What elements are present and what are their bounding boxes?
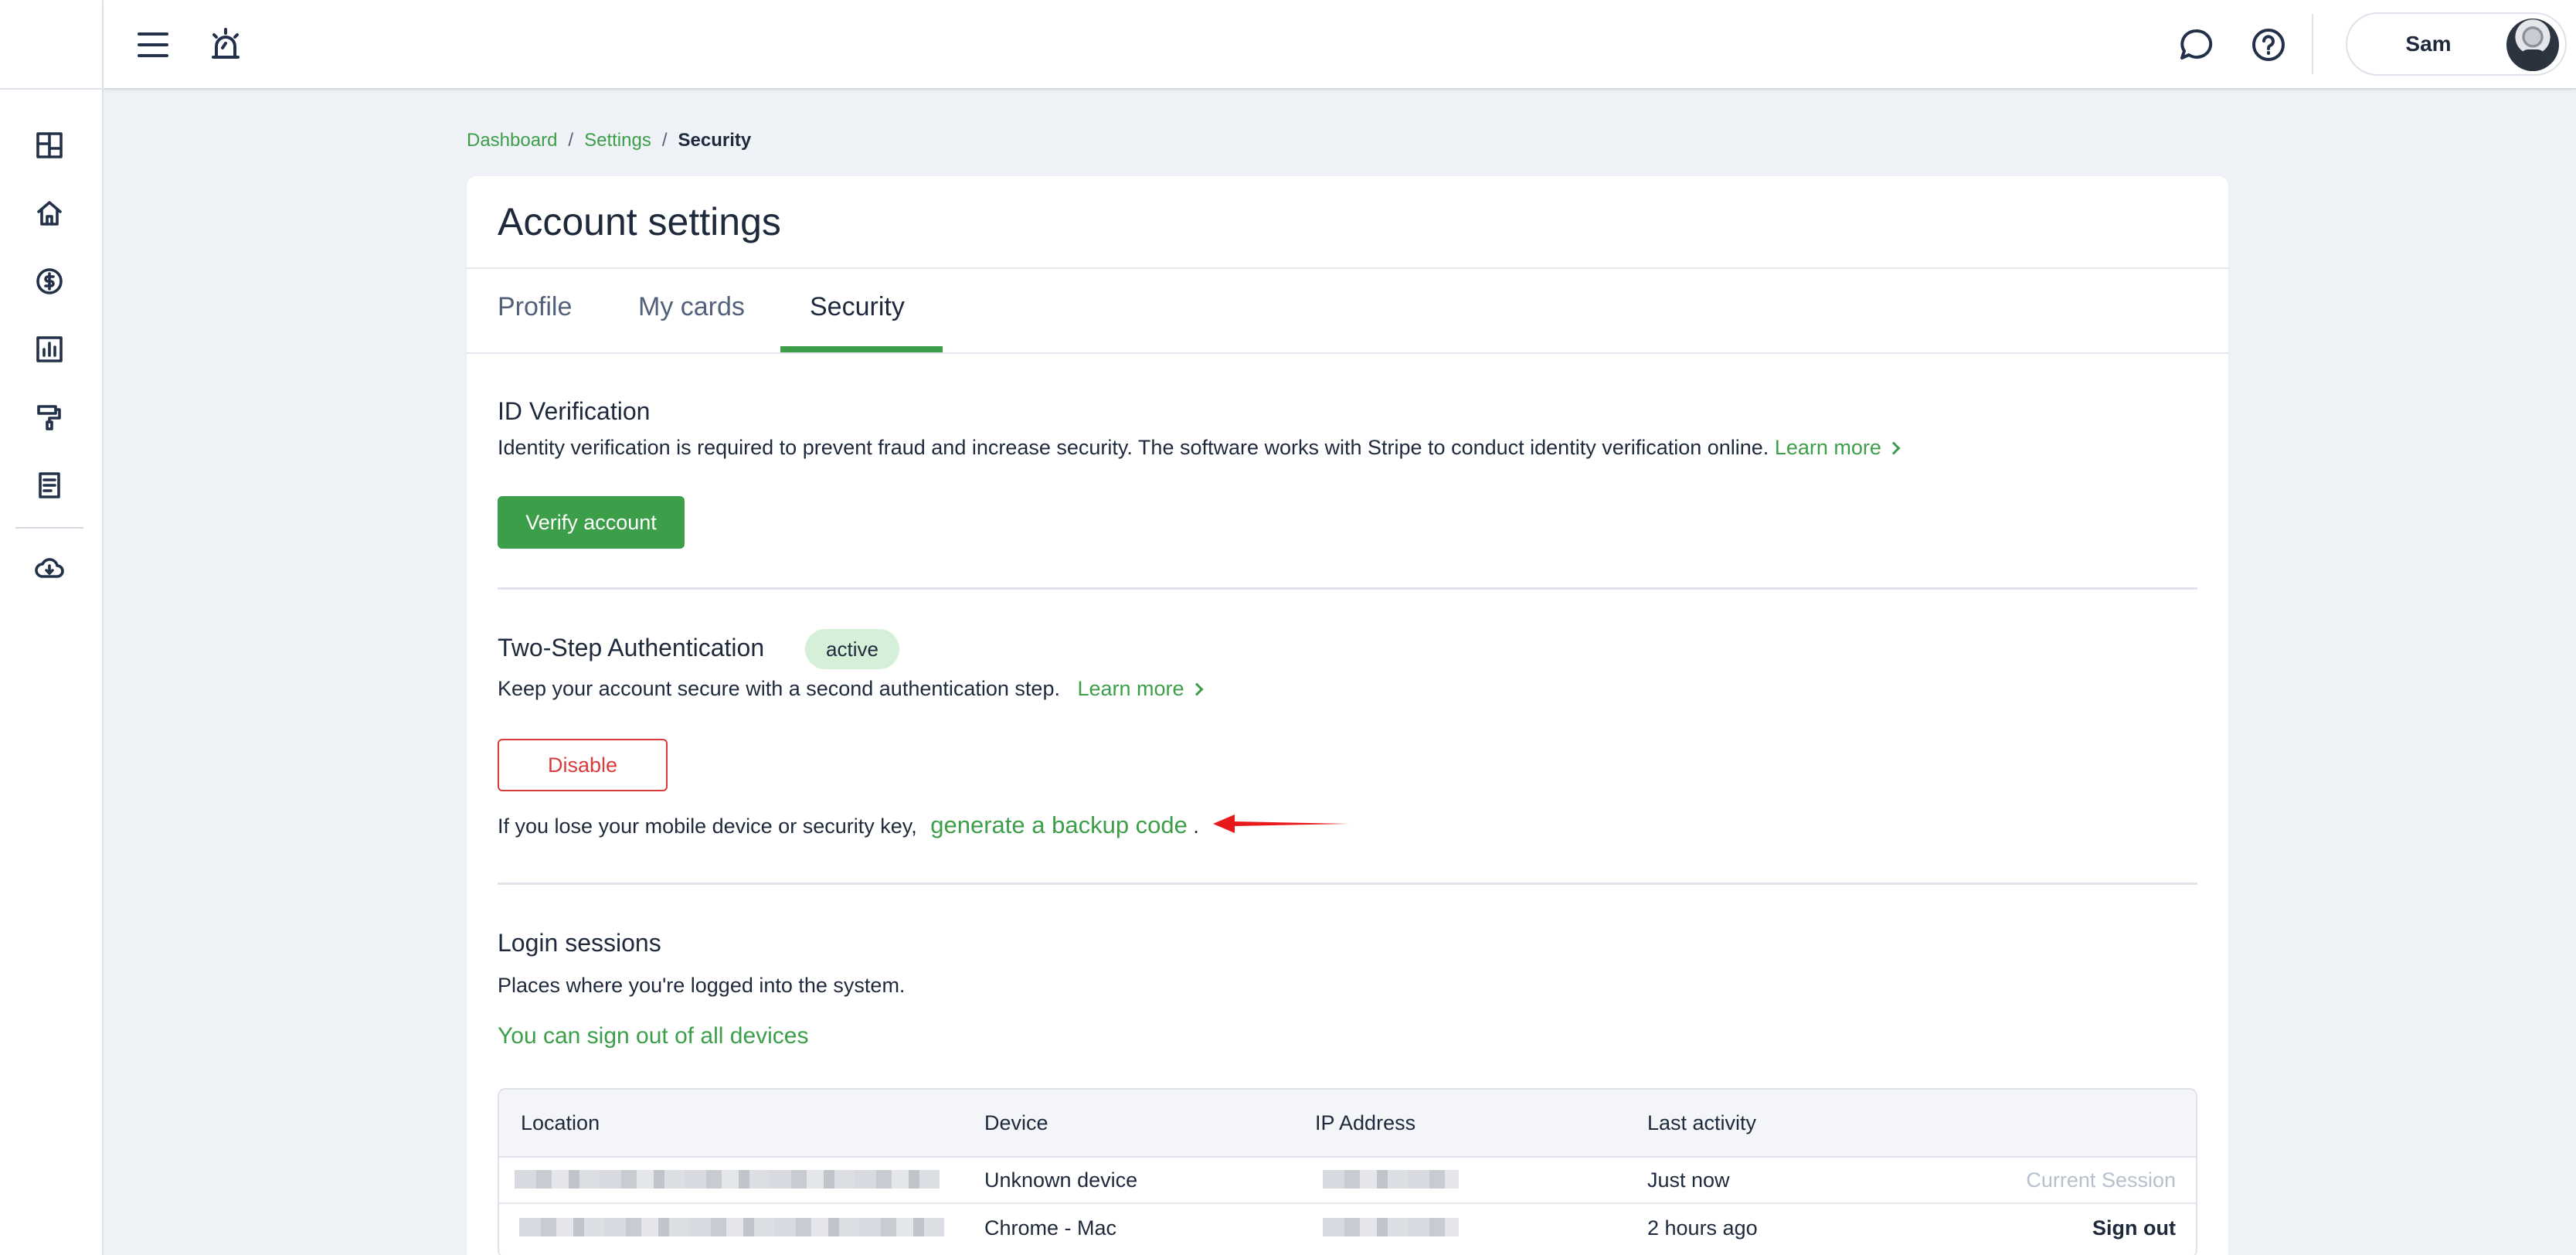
chat-button[interactable] bbox=[2174, 23, 2217, 66]
generate-backup-code-link[interactable]: generate a backup code bbox=[930, 811, 1188, 838]
user-menu[interactable]: Sam bbox=[2346, 12, 2567, 76]
chevron-right-icon bbox=[1887, 441, 1901, 455]
learn-more-label: Learn more bbox=[1774, 436, 1881, 459]
redacted-ip bbox=[1323, 1170, 1459, 1189]
session-device: Unknown device bbox=[984, 1168, 1138, 1192]
id-verification-description: Identity verification is required to pre… bbox=[498, 436, 1901, 460]
paint-roller-icon bbox=[37, 405, 61, 430]
top-header: Sam bbox=[104, 0, 2576, 90]
breadcrumb: Dashboard / Settings / Security bbox=[467, 130, 751, 151]
sidebar-item-download[interactable] bbox=[31, 550, 68, 587]
chevron-right-icon bbox=[1190, 682, 1204, 696]
sign-out-session-button[interactable]: Sign out bbox=[2092, 1216, 2176, 1240]
current-session-label: Current Session bbox=[2026, 1168, 2176, 1192]
table-row: Chrome - Mac 2 hours ago Sign out bbox=[499, 1206, 2196, 1252]
table-header: Location Device IP Address Last activity bbox=[499, 1090, 2196, 1158]
home-icon bbox=[37, 201, 62, 226]
redacted-ip bbox=[1323, 1218, 1459, 1236]
column-header: Last activity bbox=[1647, 1111, 1757, 1134]
bar-chart-icon bbox=[36, 336, 63, 362]
sidebar-logo-area bbox=[0, 0, 102, 90]
id-verification-learn-more-link[interactable]: Learn more bbox=[1774, 436, 1901, 459]
redacted-location bbox=[515, 1170, 940, 1189]
user-name: Sam bbox=[2405, 32, 2452, 56]
breadcrumb-dashboard[interactable]: Dashboard bbox=[467, 130, 557, 151]
sidebar-item-documents[interactable] bbox=[31, 467, 68, 504]
learn-more-label: Learn more bbox=[1077, 677, 1184, 700]
column-header: Location bbox=[521, 1111, 600, 1134]
settings-tabs: Profile My cards Security bbox=[467, 269, 2228, 354]
session-last-activity: 2 hours ago bbox=[1647, 1216, 1758, 1240]
sidebar-item-customize[interactable] bbox=[31, 399, 68, 436]
tab-profile[interactable]: Profile bbox=[498, 292, 572, 322]
id-verification-text: Identity verification is required to pre… bbox=[498, 436, 1769, 459]
help-icon bbox=[2252, 29, 2285, 61]
dollar-coin-icon bbox=[36, 268, 63, 294]
backup-suffix: . bbox=[1193, 815, 1199, 838]
section-divider bbox=[498, 883, 2197, 885]
breadcrumb-current: Security bbox=[678, 130, 752, 151]
id-verification-title: ID Verification bbox=[498, 397, 651, 425]
document-icon bbox=[39, 472, 60, 498]
redacted-location bbox=[519, 1218, 944, 1236]
sidebar-divider bbox=[15, 527, 83, 529]
sessions-table: Location Device IP Address Last activity… bbox=[498, 1088, 2197, 1255]
backup-text: If you lose your mobile device or securi… bbox=[498, 815, 917, 838]
column-header: IP Address bbox=[1315, 1111, 1416, 1134]
status-badge: active bbox=[805, 629, 899, 669]
disable-2fa-button[interactable]: Disable bbox=[498, 739, 668, 791]
tab-security[interactable]: Security bbox=[810, 292, 905, 322]
breadcrumb-separator: / bbox=[568, 130, 574, 151]
two-step-text: Keep your account secure with a second a… bbox=[498, 677, 1060, 700]
alarm-icon bbox=[212, 28, 240, 59]
breadcrumb-separator: / bbox=[661, 130, 668, 151]
chat-icon bbox=[2180, 29, 2213, 60]
sign-out-all-link[interactable]: You can sign out of all devices bbox=[498, 1023, 809, 1049]
alarm-button[interactable] bbox=[204, 23, 247, 66]
header-separator bbox=[2312, 14, 2313, 74]
dashboard-grid-icon bbox=[36, 132, 63, 158]
section-divider bbox=[498, 587, 2197, 590]
page-title: Account settings bbox=[498, 200, 781, 243]
session-last-activity: Just now bbox=[1647, 1168, 1730, 1192]
session-device: Chrome - Mac bbox=[984, 1216, 1117, 1240]
cloud-download-icon bbox=[35, 558, 64, 578]
breadcrumb-settings[interactable]: Settings bbox=[584, 130, 651, 151]
sidebar-item-reports[interactable] bbox=[31, 331, 68, 368]
active-tab-indicator bbox=[780, 346, 943, 352]
two-step-title: Two-Step Authentication bbox=[498, 634, 765, 662]
two-step-learn-more-link[interactable]: Learn more bbox=[1077, 677, 1204, 700]
account-settings-card: Account settings Profile My cards Securi… bbox=[467, 176, 2228, 1255]
table-row: Unknown device Just now Current Session bbox=[499, 1158, 2196, 1204]
tab-my-cards[interactable]: My cards bbox=[638, 292, 745, 322]
sidebar-item-payments[interactable] bbox=[31, 263, 68, 300]
sidebar-item-home[interactable] bbox=[31, 195, 68, 232]
sidebar-item-dashboard[interactable] bbox=[31, 127, 68, 164]
login-sessions-description: Places where you're logged into the syst… bbox=[498, 974, 906, 997]
menu-button[interactable] bbox=[131, 23, 175, 66]
help-button[interactable] bbox=[2247, 23, 2290, 66]
login-sessions-title: Login sessions bbox=[498, 929, 661, 957]
avatar bbox=[2506, 19, 2559, 71]
column-header: Device bbox=[984, 1111, 1048, 1134]
menu-icon bbox=[138, 32, 168, 57]
sidebar bbox=[0, 0, 104, 1255]
backup-code-line: If you lose your mobile device or securi… bbox=[498, 811, 1199, 839]
annotation-arrow-icon bbox=[1213, 815, 1349, 833]
two-step-description: Keep your account secure with a second a… bbox=[498, 677, 1204, 701]
verify-account-button[interactable]: Verify account bbox=[498, 496, 685, 549]
